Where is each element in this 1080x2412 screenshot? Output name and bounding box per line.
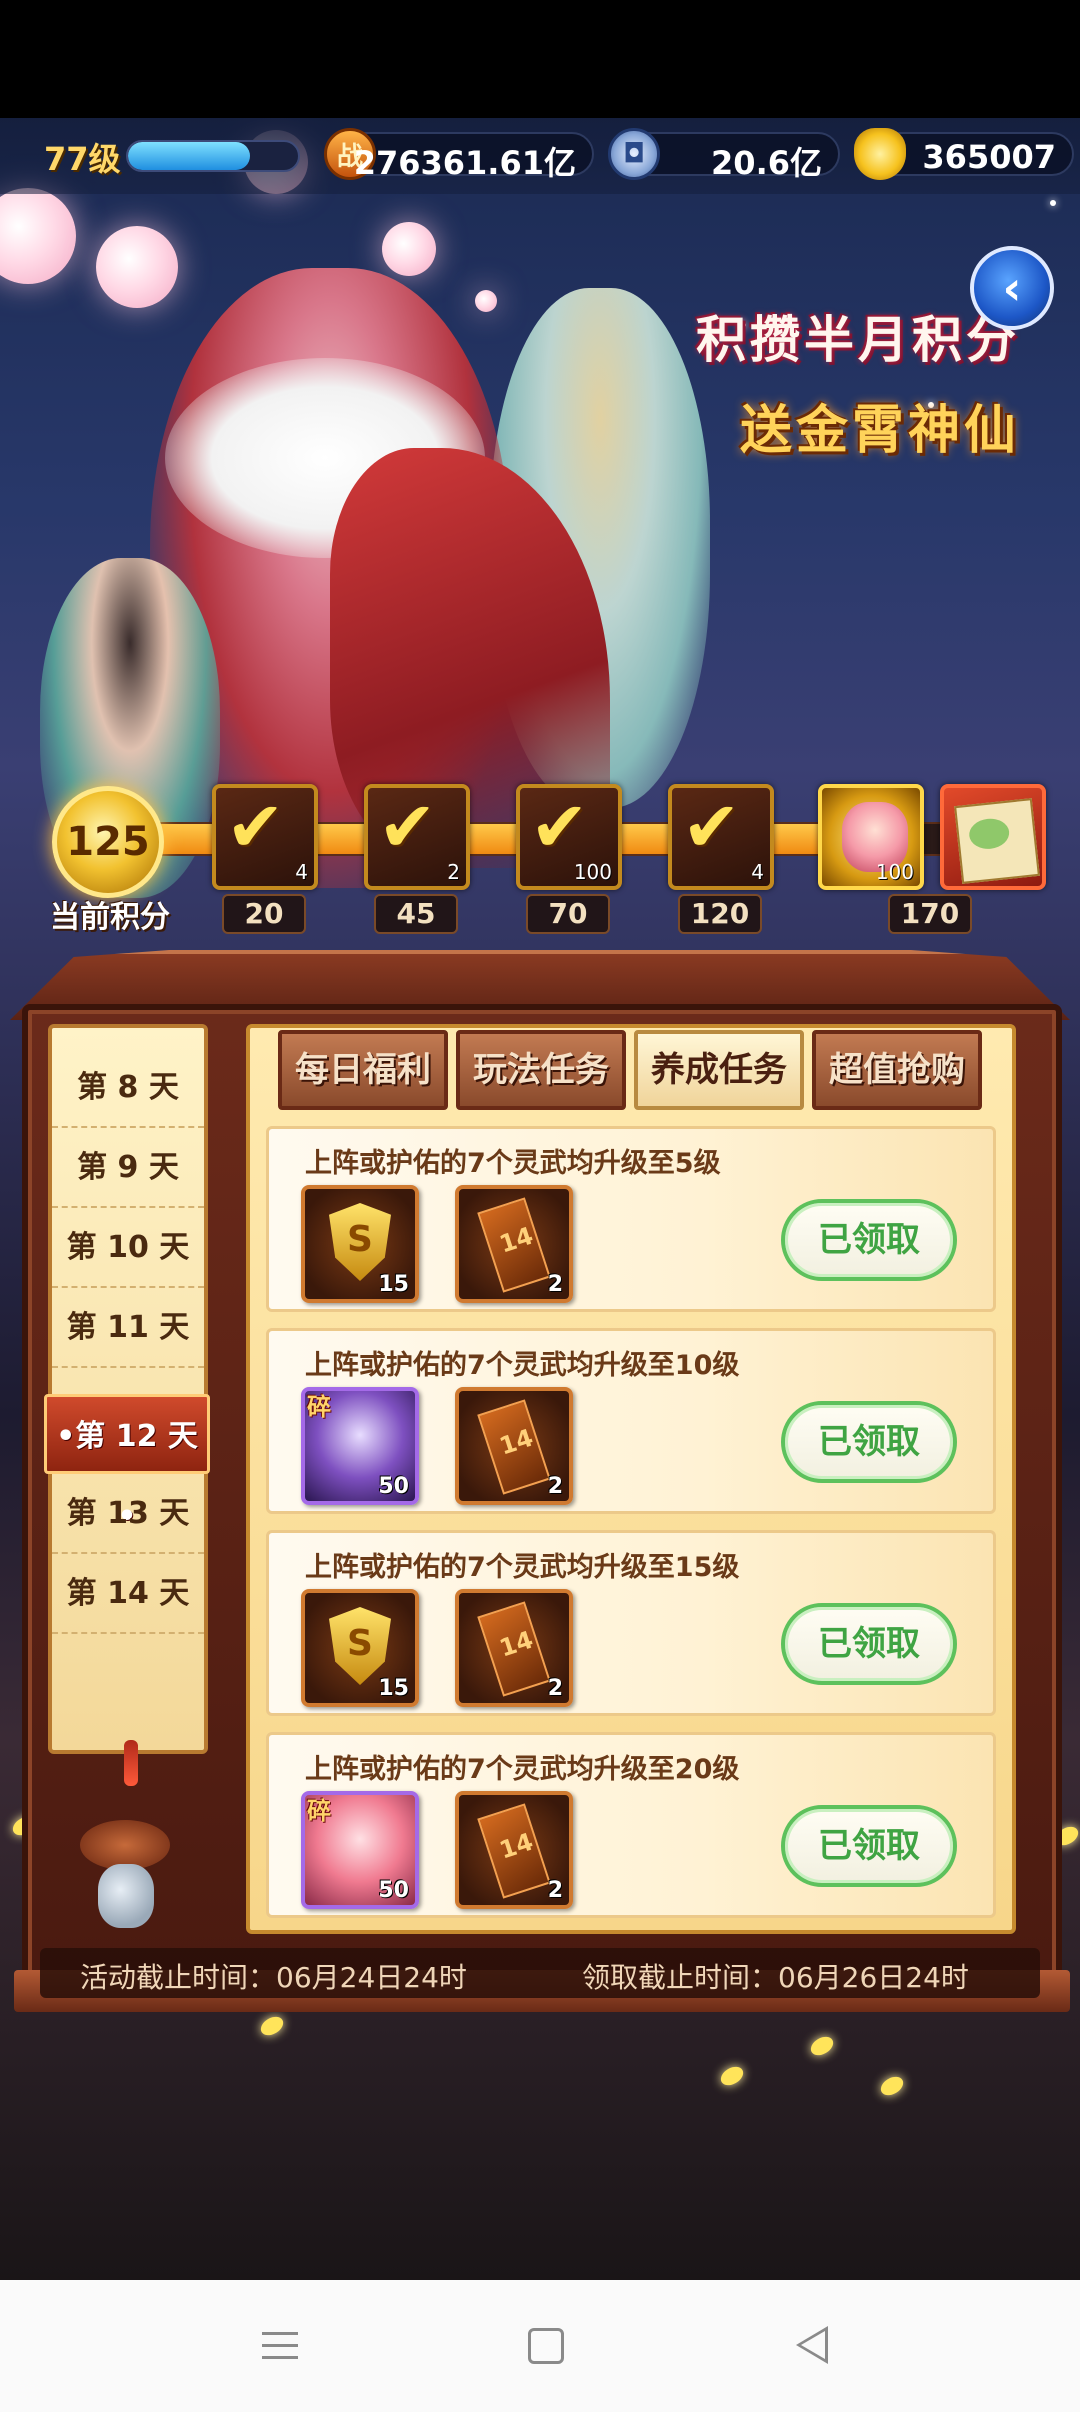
gold-ingot-icon: [854, 128, 906, 180]
game-screen: 积攒半月积分 送金霄神仙 77级 战 276361.61亿 ◘ 20.6亿 36…: [0, 0, 1080, 2412]
silver-display[interactable]: ◘ 20.6亿: [608, 128, 840, 182]
activity-deadline: 活动截止时间：06月24日24时: [80, 1961, 467, 1994]
player-level: 77级: [44, 140, 121, 178]
milestone-points-4: 120: [678, 894, 762, 934]
check-icon: ✔: [682, 786, 741, 868]
item-count: 2: [547, 1474, 563, 1499]
promo-line-2: 送金霄神仙: [739, 400, 1020, 461]
reward-count: 2: [447, 860, 460, 884]
item-count: 50: [378, 1878, 409, 1903]
fragment-tag: 碎: [307, 1393, 331, 1421]
milestone-reward-2[interactable]: ✔ 2: [364, 784, 470, 890]
claimed-button[interactable]: 已领取: [781, 1401, 957, 1483]
item-count: 15: [378, 1272, 409, 1297]
reward-count: 100: [573, 860, 612, 884]
claimed-button[interactable]: 已领取: [781, 1199, 957, 1281]
reward-item[interactable]: 碎 50: [301, 1387, 419, 1505]
reward-count: 4: [751, 860, 764, 884]
reward-count: 100: [875, 860, 914, 884]
claimed-button[interactable]: 已领取: [781, 1805, 957, 1887]
task-title: 上阵或护佑的7个灵武均升级至10级: [305, 1350, 740, 1381]
item-count: 2: [547, 1676, 563, 1701]
day-tab-13[interactable]: 第 13 天: [52, 1474, 204, 1554]
recent-apps-icon[interactable]: [262, 2332, 298, 2362]
silver-value: 20.6亿: [711, 144, 822, 182]
current-score-label: 当前积分: [50, 900, 170, 935]
reward-item[interactable]: 碎 50: [301, 1791, 419, 1909]
ticket-icon: [477, 1399, 551, 1495]
day-tab-9[interactable]: 第 9 天: [52, 1128, 204, 1208]
bonsai-decoration: [80, 1820, 170, 1930]
event-promo-title: 积攒半月积分 送金霄神仙: [696, 300, 1020, 463]
task-card: 上阵或护佑的7个灵武均升级至10级 碎 50 2 已领取: [266, 1328, 996, 1514]
ticket-icon: [477, 1601, 551, 1697]
current-score-badge: 125: [52, 786, 164, 898]
item-count: 50: [378, 1474, 409, 1499]
task-card: 上阵或护佑的7个灵武均升级至5级 15 2 已领取: [266, 1126, 996, 1312]
claimed-button[interactable]: 已领取: [781, 1603, 957, 1685]
back-button[interactable]: ‹: [970, 246, 1054, 330]
deadline-bar: 活动截止时间：06月24日24时 领取截止时间：06月26日24时: [40, 1948, 1040, 1998]
item-count: 2: [547, 1878, 563, 1903]
reward-item[interactable]: 2: [455, 1185, 573, 1303]
item-count: 15: [378, 1676, 409, 1701]
weapon-shield-icon: [329, 1607, 391, 1685]
xp-bar: [126, 140, 300, 172]
weapon-shield-icon: [329, 1203, 391, 1281]
task-title: 上阵或护佑的7个灵武均升级至20级: [305, 1754, 740, 1785]
promo-line-1: 积攒半月积分: [696, 310, 1020, 369]
tassel-ornament: [124, 1740, 138, 1786]
milestone-points-2: 45: [374, 894, 458, 934]
back-arrow-icon: ‹: [1002, 261, 1022, 315]
milestone-points-1: 20: [222, 894, 306, 934]
reward-item[interactable]: 2: [455, 1589, 573, 1707]
reward-item[interactable]: 2: [455, 1387, 573, 1505]
check-icon: ✔: [530, 786, 589, 868]
system-nav-bar: [0, 2280, 1080, 2412]
ticket-icon: [477, 1197, 551, 1293]
resource-bar: 77级 战 276361.61亿 ◘ 20.6亿 365007: [0, 118, 1080, 194]
day-tab-14[interactable]: 第 14 天: [52, 1554, 204, 1634]
reward-item[interactable]: 15: [301, 1185, 419, 1303]
day-tab-10[interactable]: 第 10 天: [52, 1208, 204, 1288]
gold-value: 365007: [922, 138, 1056, 176]
reward-item[interactable]: 15: [301, 1589, 419, 1707]
power-value: 276361.61亿: [353, 144, 576, 182]
task-card: 上阵或护佑的7个灵武均升级至20级 碎 50 2 已领取: [266, 1732, 996, 1918]
milestone-reward-4[interactable]: ✔ 4: [668, 784, 774, 890]
treasure-map-icon: [954, 798, 1040, 884]
task-card: 上阵或护佑的7个灵武均升级至15级 15 2 已领取: [266, 1530, 996, 1716]
milestone-reward-5[interactable]: 100: [818, 784, 924, 890]
fragment-tag: 碎: [307, 1797, 331, 1825]
day-tab-12[interactable]: •第 12 天•: [44, 1394, 210, 1534]
milestone-points-3: 70: [526, 894, 610, 934]
day-tab-11[interactable]: 第 11 天: [52, 1288, 204, 1368]
gold-display[interactable]: 365007: [854, 128, 1074, 180]
tab-growth-tasks[interactable]: 养成任务: [634, 1030, 804, 1110]
power-display: 战 276361.61亿: [324, 128, 594, 182]
back-icon[interactable]: [796, 2326, 828, 2364]
item-count: 2: [547, 1272, 563, 1297]
milestone-reward-3[interactable]: ✔ 100: [516, 784, 622, 890]
ticket-icon: [477, 1803, 551, 1899]
claim-deadline: 领取截止时间：06月26日24时: [582, 1961, 969, 1994]
tab-gameplay-tasks[interactable]: 玩法任务: [456, 1030, 626, 1110]
task-title: 上阵或护佑的7个灵武均升级至5级: [305, 1148, 721, 1179]
final-reward-map[interactable]: [940, 784, 1046, 890]
status-bar-area: [0, 0, 1080, 118]
check-icon: ✔: [226, 786, 285, 868]
xp-bar-fill: [128, 142, 251, 170]
milestone-points-5: 170: [888, 894, 972, 934]
check-icon: ✔: [378, 786, 437, 868]
home-icon[interactable]: [528, 2328, 564, 2364]
tab-value-deals[interactable]: 超值抢购: [812, 1030, 982, 1110]
silver-coin-icon: ◘: [608, 128, 660, 180]
reward-item[interactable]: 2: [455, 1791, 573, 1909]
milestone-reward-1[interactable]: ✔ 4: [212, 784, 318, 890]
day-tab-8[interactable]: 第 8 天: [52, 1048, 204, 1128]
reward-count: 4: [295, 860, 308, 884]
tab-daily-benefits[interactable]: 每日福利: [278, 1030, 448, 1110]
day-list: 第 8 天 第 9 天 第 10 天 第 11 天 •第 12 天• 第 13 …: [44, 1024, 210, 1754]
task-title: 上阵或护佑的7个灵武均升级至15级: [305, 1552, 740, 1583]
